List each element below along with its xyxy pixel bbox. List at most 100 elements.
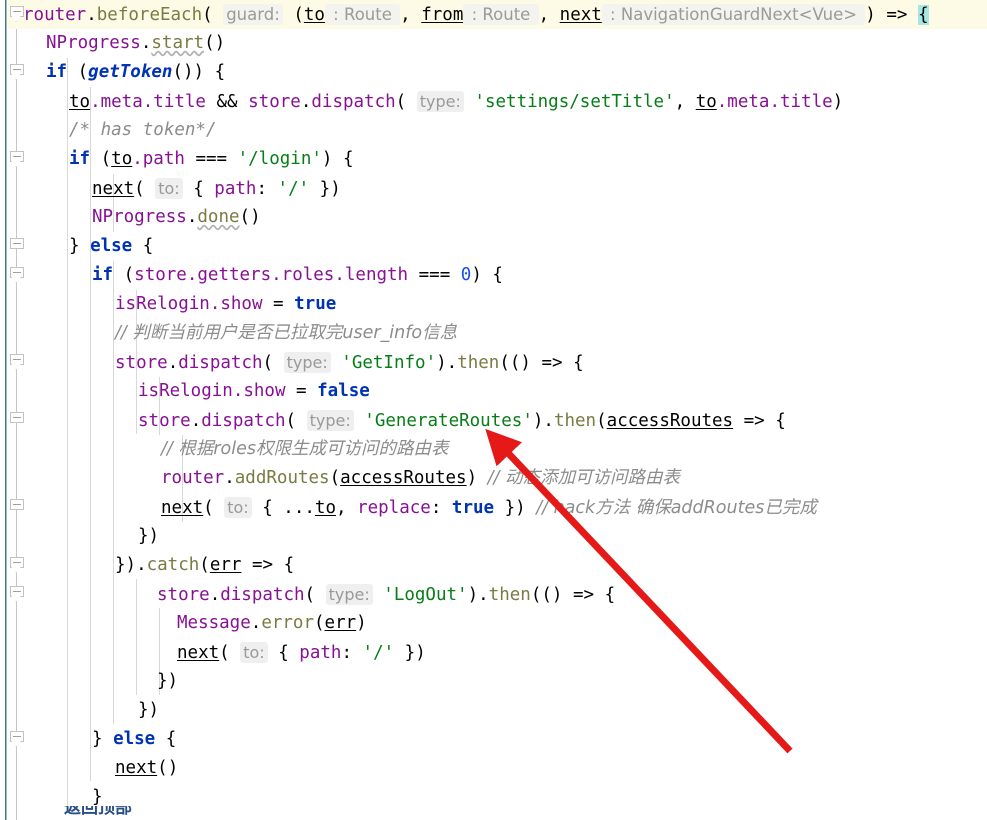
token-param-next: next	[115, 758, 158, 778]
token-function-gettoken: getToken	[88, 62, 173, 82]
inlay-hint-type-route2[interactable]: : Route	[463, 4, 539, 25]
token-comment-chinese: // hack方法 确保addRoutes已完成	[536, 498, 817, 518]
fold-marker[interactable]	[10, 586, 24, 602]
code-line[interactable]: router.addRoutes(accessRoutes) // 动态添加可访…	[0, 464, 987, 493]
token-param-accessroutes: accessRoutes	[340, 468, 467, 488]
token-param-err: err	[324, 613, 357, 633]
token-identifier: store	[248, 92, 301, 112]
fold-marker[interactable]	[10, 238, 24, 252]
code-line[interactable]: })	[0, 522, 987, 551]
token-string: 'LogOut'	[372, 585, 468, 605]
token-keyword-true: true	[294, 294, 337, 314]
token-param-to: to	[303, 5, 325, 25]
token-param-next: next	[92, 179, 135, 199]
code-line[interactable]: next( to: { ...to, replace: true }) // h…	[0, 493, 987, 522]
token-identifier: store	[157, 585, 210, 605]
token-identifier: isRelogin.show	[115, 294, 263, 314]
token-identifier: router	[23, 5, 87, 25]
fold-marker[interactable]	[10, 557, 24, 573]
token-function-addroutes: addRoutes	[234, 468, 330, 488]
code-line[interactable]: store.dispatch( type: 'LogOut').then(() …	[0, 580, 987, 609]
token-param-to: to	[69, 92, 91, 112]
inlay-hint-type[interactable]: type:	[325, 584, 373, 605]
token-function-dispatch: dispatch	[311, 92, 396, 112]
token-identifier: store	[138, 411, 191, 431]
token-param-err: err	[209, 555, 242, 575]
token-comment: /* has token*/	[69, 120, 217, 140]
code-line[interactable]: /* has token*/	[0, 116, 987, 145]
code-line[interactable]: })	[0, 667, 987, 696]
code-content[interactable]: router.beforeEach( guard: (to : Route , …	[0, 0, 987, 820]
token-number: 0	[460, 265, 472, 285]
matching-brace: {	[917, 5, 929, 25]
fold-marker[interactable]	[10, 731, 24, 747]
token-function-then: then	[488, 585, 531, 605]
token-keyword-if: if	[92, 265, 114, 285]
inlay-hint-guard[interactable]: guard:	[223, 4, 283, 25]
code-line[interactable]: isRelogin.show = false	[0, 377, 987, 406]
token-param-accessroutes: accessRoutes	[606, 411, 734, 431]
token-function: beforeEach	[96, 5, 203, 25]
inlay-hint-type-route[interactable]: : Route	[324, 4, 401, 25]
token-keyword-false: false	[317, 381, 370, 401]
code-line[interactable]: if (getToken()) {	[0, 58, 987, 87]
token-string: '/login'	[237, 149, 322, 169]
token-function: start	[151, 33, 205, 53]
token-string-generateroutes: 'GenerateRoutes'	[353, 411, 533, 431]
token-param-next: next	[559, 5, 602, 25]
token-keyword-if: if	[46, 62, 68, 82]
token-param-next: next	[177, 643, 220, 663]
code-line[interactable]: Message.error(err)	[0, 609, 987, 638]
code-line[interactable]: // 根据roles权限生成可访问的路由表	[0, 435, 987, 464]
token-function-then: then	[457, 353, 500, 373]
code-line[interactable]: // 判断当前用户是否已拉取完user_info信息	[0, 319, 987, 348]
token-identifier: router	[161, 468, 225, 488]
token-keyword-else: else	[113, 729, 156, 749]
fold-marker[interactable]	[10, 6, 24, 22]
code-line[interactable]: store.dispatch( type: 'GetInfo').then(()…	[0, 348, 987, 377]
inlay-hint-type-navguard[interactable]: : NavigationGuardNext<Vue>	[601, 4, 866, 25]
fold-marker[interactable]	[10, 64, 24, 80]
code-line[interactable]: } else {	[0, 725, 987, 754]
code-line[interactable]: isRelogin.show = true	[0, 290, 987, 319]
inlay-hint-type[interactable]: type:	[306, 410, 354, 431]
token-identifier: NProgress	[46, 33, 141, 53]
code-line[interactable]: } else {	[0, 232, 987, 261]
code-line[interactable]: if (store.getters.roles.length === 0) {	[0, 261, 987, 290]
token-string: 'GetInfo'	[330, 353, 437, 373]
inlay-hint-to[interactable]: to:	[224, 497, 252, 518]
code-line[interactable]: NProgress.start()	[0, 29, 987, 58]
token-identifier: store	[115, 353, 168, 373]
token-comment-chinese: // 动态添加可访问路由表	[487, 468, 681, 488]
token-param-from: from	[421, 5, 464, 25]
fold-marker[interactable]	[10, 412, 24, 426]
fold-marker[interactable]	[10, 354, 24, 370]
code-line[interactable]: next( to: { path: '/' })	[0, 174, 987, 203]
token-identifier: isRelogin.show	[138, 381, 286, 401]
code-line[interactable]: }).catch(err => {	[0, 551, 987, 580]
token-comment-chinese: // 根据roles权限生成可访问的路由表	[161, 439, 449, 459]
token-identifier: store.getters.roles.length	[134, 265, 409, 285]
code-line[interactable]: router.beforeEach( guard: (to : Route , …	[0, 0, 987, 29]
bottom-clipped-text: 返回顶部	[64, 806, 132, 818]
token-function-then: then	[553, 411, 597, 431]
inlay-hint-type[interactable]: type:	[283, 352, 331, 373]
code-line[interactable]: next()	[0, 754, 987, 783]
code-line[interactable]: to.meta.title && store.dispatch( type: '…	[0, 87, 987, 116]
code-line[interactable]: if (to.path === '/login') {	[0, 145, 987, 174]
bottom-clipped-row: 返回顶部	[0, 806, 987, 820]
fold-marker[interactable]	[10, 499, 24, 513]
token-comment-chinese: // 判断当前用户是否已拉取完user_info信息	[115, 323, 458, 343]
inlay-hint-to[interactable]: to:	[155, 178, 183, 199]
fold-marker[interactable]	[10, 151, 24, 167]
inlay-hint-type[interactable]: type:	[416, 91, 464, 112]
token-identifier: NProgress	[92, 207, 187, 227]
code-line[interactable]: store.dispatch( type: 'GenerateRoutes').…	[0, 406, 987, 435]
fold-marker[interactable]	[10, 267, 24, 283]
code-line[interactable]: })	[0, 696, 987, 725]
code-line[interactable]: next( to: { path: '/' })	[0, 638, 987, 667]
token-param-to: to	[314, 498, 336, 518]
code-line[interactable]: NProgress.done()	[0, 203, 987, 232]
token-string: 'settings/setTitle'	[463, 92, 675, 112]
inlay-hint-to[interactable]: to:	[240, 642, 268, 663]
